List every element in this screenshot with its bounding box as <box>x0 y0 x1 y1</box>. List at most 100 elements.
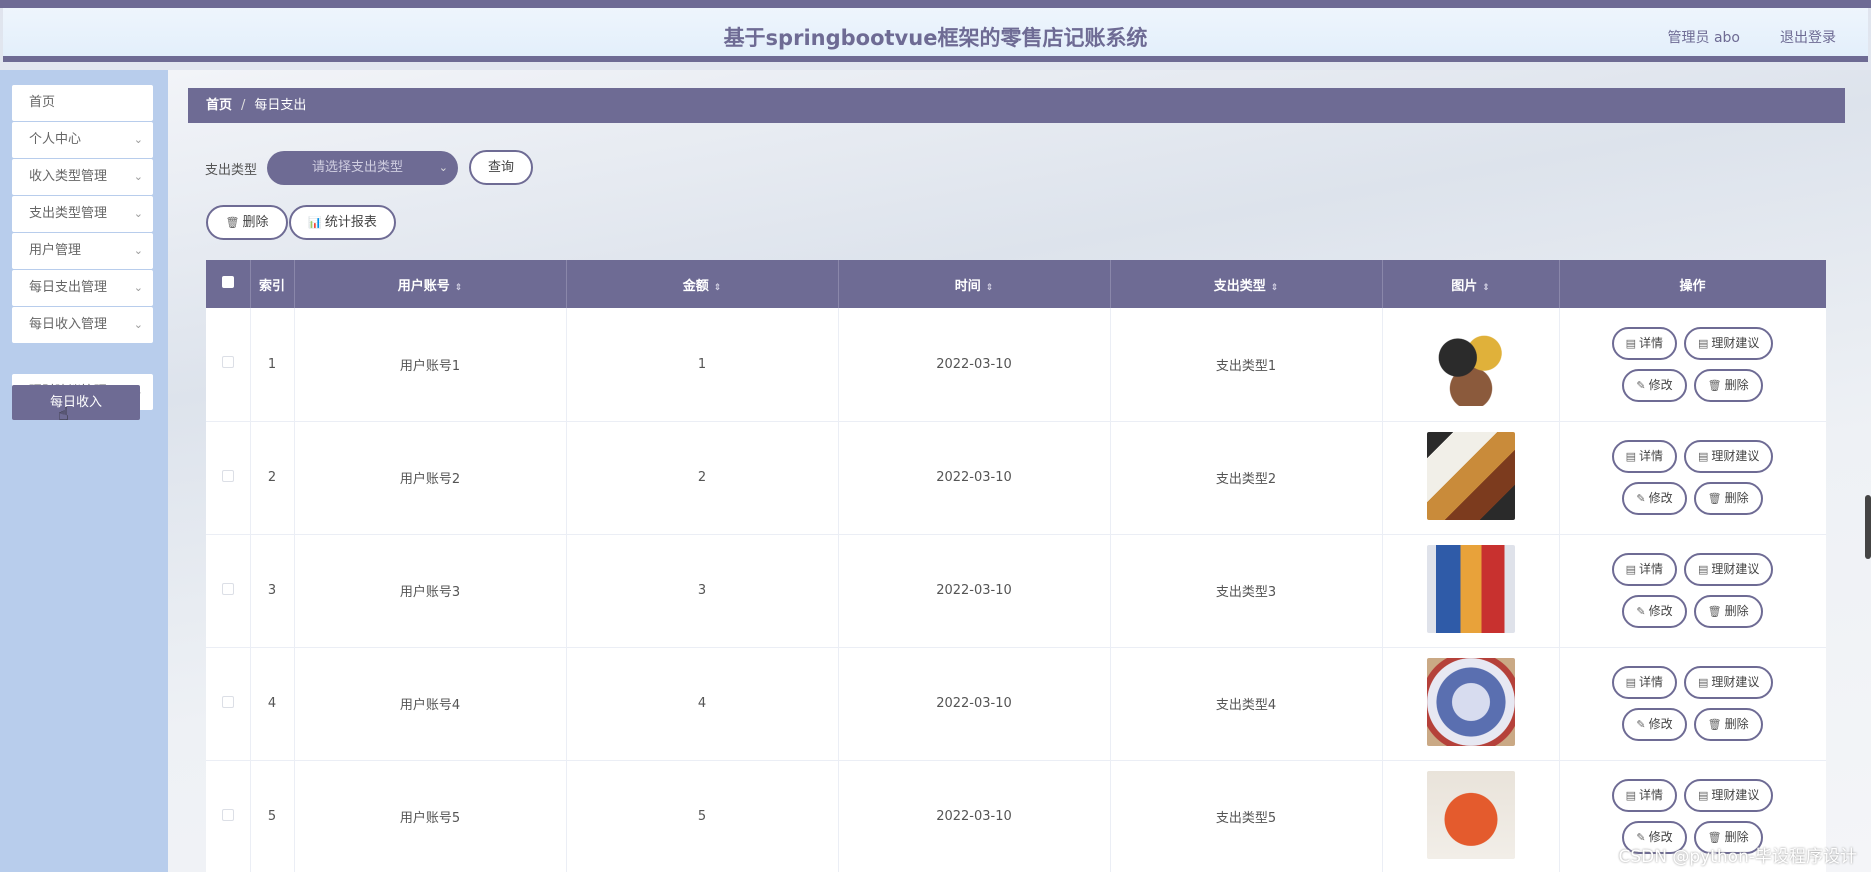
cell-time: 2022-03-10 <box>838 421 1111 535</box>
header: 基于springbootvue框架的零售店记账系统 管理员 abo 退出登录 <box>3 8 1868 62</box>
sidebar-item-4[interactable]: 用户管理 ⌄ <box>12 233 153 269</box>
edit-button[interactable]: ✎ 修改 <box>1622 368 1687 402</box>
edit-button[interactable]: ✎ 修改 <box>1622 708 1687 741</box>
table-row: 2 用户账号2 2 2022-03-10 支出类型2 ▤ 详情 ▤ 理财建议 ✎ 修改… <box>206 421 1826 535</box>
cell-index: 2 <box>250 421 295 535</box>
detail-label: 详情 <box>1638 788 1663 802</box>
delete-button[interactable]: 🗑 删除 <box>1693 482 1763 515</box>
row-actions: ▤ 详情 ▤ 理财建议 ✎ 修改 🗑 删除 <box>1560 326 1826 402</box>
product-thumbnail[interactable] <box>1426 544 1515 633</box>
table-row: 3 用户账号3 3 2022-03-10 支出类型3 ▤ 详情 ▤ 理财建议 ✎ 修改… <box>206 534 1826 648</box>
row-checkbox[interactable] <box>221 808 234 821</box>
breadcrumb-separator: / <box>241 98 246 113</box>
select-all-checkbox[interactable] <box>221 276 234 288</box>
col-header-actions: 操作 <box>1559 260 1826 308</box>
cell-actions: ▤ 详情 ▤ 理财建议 ✎ 修改 🗑 删除 <box>1559 308 1826 422</box>
select-all-cell[interactable] <box>206 260 251 308</box>
bulk-delete-button[interactable]: 🗑 删除 <box>206 205 288 240</box>
trash-icon: 🗑 <box>1707 718 1722 731</box>
table-row: 4 用户账号4 4 2022-03-10 支出类型4 ▤ 详情 ▤ 理财建议 ✎ 修改… <box>206 647 1826 761</box>
cell-image <box>1382 647 1560 761</box>
detail-button[interactable]: ▤ 详情 <box>1611 553 1677 586</box>
cell-type: 支出类型3 <box>1110 534 1383 648</box>
sort-icon[interactable]: ⇕ <box>1482 283 1490 293</box>
row-select-cell[interactable] <box>206 421 251 535</box>
document-icon: ▤ <box>1698 563 1709 576</box>
sidebar-item-1[interactable]: 个人中心 ⌄ <box>12 122 153 158</box>
row-select-cell[interactable] <box>206 647 251 761</box>
row-select-cell[interactable] <box>206 534 251 648</box>
cell-time: 2022-03-10 <box>838 760 1111 872</box>
stats-report-button[interactable]: 📊 统计报表 <box>289 205 396 240</box>
sidebar-subitem-daily-income[interactable]: 每日收入 <box>12 385 140 420</box>
finance-advice-button[interactable]: ▤ 理财建议 <box>1684 440 1774 473</box>
detail-button[interactable]: ▤ 详情 <box>1611 779 1677 812</box>
cell-account: 用户账号2 <box>294 421 567 535</box>
delete-button[interactable]: 🗑 删除 <box>1693 708 1763 741</box>
row-checkbox[interactable] <box>221 356 234 369</box>
col-header-time[interactable]: 时间 ⇕ <box>838 260 1111 308</box>
cell-account: 用户账号4 <box>294 647 567 761</box>
finance-advice-button[interactable]: ▤ 理财建议 <box>1684 779 1774 812</box>
row-checkbox[interactable] <box>221 582 234 595</box>
col-header-time-label: 时间 <box>954 278 981 294</box>
finance-advice-label: 理财建议 <box>1711 562 1760 576</box>
query-button[interactable]: 查询 <box>469 150 533 185</box>
trash-icon: 🗑 <box>1707 605 1722 618</box>
product-thumbnail[interactable] <box>1426 770 1515 859</box>
col-header-image[interactable]: 图片 ⇕ <box>1382 260 1560 308</box>
pencil-icon: ✎ <box>1636 492 1646 505</box>
finance-advice-label: 理财建议 <box>1711 788 1760 802</box>
sort-icon[interactable]: ⇕ <box>455 283 463 293</box>
cell-account: 用户账号3 <box>294 534 567 648</box>
product-thumbnail[interactable] <box>1426 431 1515 520</box>
row-select-cell[interactable] <box>206 760 251 872</box>
cell-time: 2022-03-10 <box>838 647 1111 761</box>
edit-button[interactable]: ✎ 修改 <box>1622 595 1687 628</box>
col-header-amount-label: 金额 <box>682 278 709 294</box>
col-header-amount[interactable]: 金额 ⇕ <box>566 260 839 308</box>
chevron-down-icon: ⌄ <box>133 281 143 294</box>
expense-type-select[interactable]: 请选择支出类型 ⌄ <box>267 151 458 185</box>
finance-advice-button[interactable]: ▤ 理财建议 <box>1684 666 1774 699</box>
sidebar-item-3[interactable]: 支出类型管理 ⌄ <box>12 196 153 232</box>
cell-actions: ▤ 详情 ▤ 理财建议 ✎ 修改 🗑 删除 <box>1559 534 1826 648</box>
edit-button[interactable]: ✎ 修改 <box>1622 482 1687 515</box>
sort-icon[interactable]: ⇕ <box>714 283 722 293</box>
sidebar-item-label: 支出类型管理 <box>29 206 108 221</box>
page-scrollbar[interactable] <box>1865 70 1871 872</box>
finance-advice-button[interactable]: ▤ 理财建议 <box>1684 553 1774 586</box>
row-select-cell[interactable] <box>206 308 251 422</box>
finance-advice-label: 理财建议 <box>1711 675 1760 689</box>
delete-button[interactable]: 🗑 删除 <box>1693 368 1763 402</box>
sidebar-item-2[interactable]: 收入类型管理 ⌄ <box>12 159 153 195</box>
sort-icon[interactable]: ⇕ <box>986 283 994 293</box>
col-header-index: 索引 <box>250 260 295 308</box>
detail-button[interactable]: ▤ 详情 <box>1611 326 1677 360</box>
cell-account: 用户账号1 <box>294 308 567 422</box>
row-checkbox[interactable] <box>221 695 234 708</box>
breadcrumb-home[interactable]: 首页 <box>206 98 232 113</box>
logout-link[interactable]: 退出登录 <box>1780 27 1836 47</box>
app-title: 基于springbootvue框架的零售店记账系统 <box>723 26 1148 50</box>
table-header-row: 索引 用户账号 ⇕ 金额 ⇕ 时间 ⇕ 支出类型 ⇕ 图片 ⇕ 操作 <box>206 260 1826 308</box>
cell-amount: 3 <box>566 534 839 648</box>
row-checkbox[interactable] <box>221 469 234 482</box>
scrollbar-thumb[interactable] <box>1865 495 1871 559</box>
sort-icon[interactable]: ⇕ <box>1271 283 1279 293</box>
detail-button[interactable]: ▤ 详情 <box>1611 666 1677 699</box>
delete-button[interactable]: 🗑 删除 <box>1693 595 1763 628</box>
sidebar-item-0[interactable]: 首页 <box>12 85 153 121</box>
sidebar-item-5[interactable]: 每日支出管理 ⌄ <box>12 270 153 306</box>
col-header-type[interactable]: 支出类型 ⇕ <box>1110 260 1383 308</box>
finance-advice-button[interactable]: ▤ 理财建议 <box>1684 326 1774 360</box>
detail-label: 详情 <box>1638 562 1663 576</box>
product-thumbnail[interactable] <box>1426 318 1515 407</box>
cell-account: 用户账号5 <box>294 760 567 872</box>
col-header-account[interactable]: 用户账号 ⇕ <box>294 260 567 308</box>
document-icon: ▤ <box>1698 336 1709 350</box>
detail-button[interactable]: ▤ 详情 <box>1611 440 1677 473</box>
product-thumbnail[interactable] <box>1426 657 1515 746</box>
sidebar-item-6[interactable]: 每日收入管理 ⌄ <box>12 307 153 343</box>
sidebar-item-label: 收入类型管理 <box>29 169 108 184</box>
